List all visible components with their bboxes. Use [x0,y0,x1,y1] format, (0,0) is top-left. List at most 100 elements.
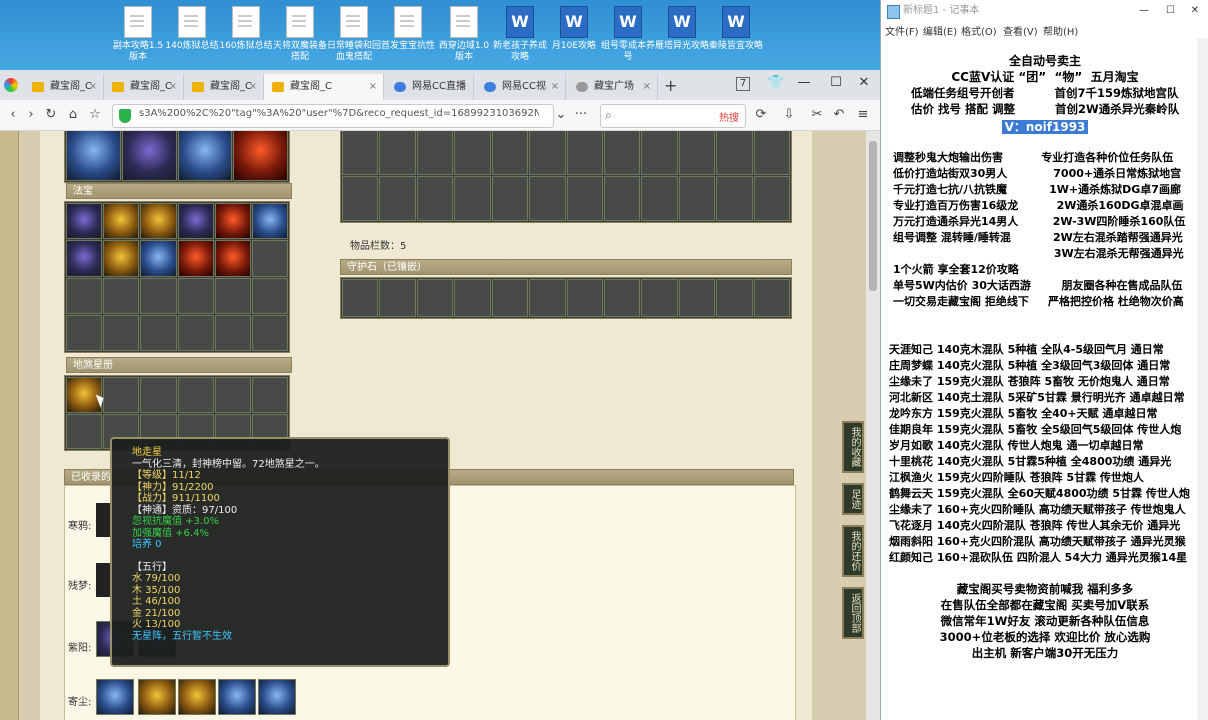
close-window-button[interactable]: ✕ [850,72,878,94]
collect-slot[interactable] [96,679,134,715]
fabao-slot[interactable] [140,314,177,351]
fabao-slot[interactable] [251,203,288,240]
undo-icon[interactable]: ↶ [830,106,848,124]
tab-cc-live[interactable]: 网易CC直播 × [386,74,474,100]
inventory-slot[interactable] [678,175,716,221]
desktop-file-icon[interactable]: 160炼狱总结 [218,6,274,52]
tab-cbg[interactable]: 藏宝阁_C × [184,74,264,100]
disha-slot[interactable] [140,377,177,413]
shouhu-slot[interactable] [566,279,603,317]
fabao-slot[interactable] [66,203,103,240]
disha-slot[interactable] [251,377,288,413]
address-bar[interactable]: s3A%200%2C%20"tag"%3A%20"user"%7D&reco_r… [112,104,554,128]
inventory-slot[interactable] [603,131,641,175]
desktop-word-icon[interactable]: W 雁塔异光攻略 [654,6,710,52]
notepad-scrollbar[interactable] [1197,38,1208,720]
notepad-text-area[interactable]: 全自动号卖主 CC蓝V认证 “团” “物” 五月淘宝 低端任务组号开创者 首创7… [881,38,1208,720]
shouhu-slot[interactable] [678,279,716,317]
desktop-file-icon[interactable]: 140炼狱总结 [164,6,220,52]
star-icon[interactable]: ☆ [86,106,104,124]
minimize-button[interactable]: — [790,72,818,94]
desktop-file-icon[interactable]: 副本攻略1.5版本 [110,6,166,63]
shouhu-slot[interactable] [753,279,790,317]
tab-cbg[interactable]: 藏宝阁_C × [104,74,184,100]
desktop-word-icon[interactable]: W 月10E攻略 [546,6,602,52]
menu-format[interactable]: 格式(O) [961,23,997,38]
disha-slot[interactable] [66,413,103,449]
inventory-slot[interactable] [716,131,753,175]
fabao-slot[interactable] [103,203,140,240]
back-to-top-button[interactable]: 返回顶部 [842,587,864,639]
equipment-slot[interactable] [121,131,177,181]
inventory-slot[interactable] [416,131,454,175]
close-icon[interactable]: × [643,74,651,100]
close-window-button[interactable]: ✕ [1191,0,1199,22]
fabao-slot[interactable] [103,277,140,314]
menu-icon[interactable]: ≡ [854,106,872,124]
fabao-slot[interactable] [177,203,214,240]
scissors-icon[interactable]: ✂ [808,106,826,124]
close-icon[interactable]: × [89,74,97,100]
footprint-button[interactable]: 足迹 [842,483,864,515]
fabao-slot[interactable] [140,203,177,240]
shouhu-slot[interactable] [716,279,753,317]
inventory-slot[interactable] [753,131,790,175]
shouhu-slot[interactable] [379,279,416,317]
inventory-slot[interactable] [416,175,454,221]
tab-cbg-active[interactable]: 藏宝阁_C × [264,74,384,100]
maximize-button[interactable]: ☐ [822,72,850,94]
refresh-icon[interactable]: ↻ [42,106,60,124]
fabao-slot[interactable] [103,240,140,277]
inventory-slot[interactable] [716,175,753,221]
inventory-slot[interactable] [379,131,416,175]
shouhu-slot[interactable] [529,279,566,317]
desktop-file-icon[interactable]: 西穿边域1.0版本 [436,6,492,63]
shouhu-slot[interactable] [641,279,678,317]
inventory-slot[interactable] [641,175,678,221]
close-icon[interactable]: × [551,74,559,100]
close-icon[interactable]: × [369,74,377,100]
inventory-slot[interactable] [678,131,716,175]
inventory-slot[interactable] [529,131,566,175]
fabao-slot[interactable] [214,203,251,240]
collect-slot[interactable] [138,679,176,715]
disha-slot[interactable] [103,377,140,413]
forward-icon[interactable]: › [22,106,40,124]
shouhu-slot[interactable] [491,279,529,317]
fabao-slot[interactable] [251,277,288,314]
menu-edit[interactable]: 编辑(E) [923,23,957,38]
maximize-button[interactable]: ☐ [1166,0,1175,22]
menu-view[interactable]: 查看(V) [1003,23,1038,38]
fabao-slot[interactable] [140,240,177,277]
equipment-slot[interactable] [177,131,233,181]
inventory-slot[interactable] [342,175,379,221]
scroll-thumb[interactable] [869,141,877,291]
desktop-word-icon[interactable]: W 组号零成本养号 [600,6,656,63]
favorites-button[interactable]: 我的收藏 [842,421,864,473]
collect-slot[interactable] [96,503,110,537]
shouhu-slot[interactable] [603,279,641,317]
inventory-slot[interactable] [454,131,491,175]
desktop-file-icon[interactable]: 天将双魔装备搭配 [272,6,328,63]
inventory-slot[interactable] [491,175,529,221]
more-icon[interactable]: ··· [572,106,590,124]
back-icon[interactable]: ‹ [4,106,22,124]
fabao-slot[interactable] [251,314,288,351]
fabao-slot[interactable] [66,277,103,314]
inventory-slot[interactable] [566,131,603,175]
inventory-slot[interactable] [603,175,641,221]
fabao-slot[interactable] [177,277,214,314]
my-bargain-button[interactable]: 我的还价 [842,525,864,577]
close-icon[interactable]: × [459,74,467,100]
fabao-slot[interactable] [214,277,251,314]
fabao-slot[interactable] [103,314,140,351]
inventory-slot[interactable] [566,175,603,221]
inventory-slot[interactable] [379,175,416,221]
tab-cbg-square[interactable]: 藏宝广场 × [568,74,658,100]
fabao-slot[interactable] [251,240,288,277]
shirt-icon[interactable]: 👕 [762,72,790,94]
new-tab-button[interactable]: + [664,76,677,95]
collect-slot[interactable] [258,679,296,715]
inventory-slot[interactable] [454,175,491,221]
inventory-slot[interactable] [491,131,529,175]
